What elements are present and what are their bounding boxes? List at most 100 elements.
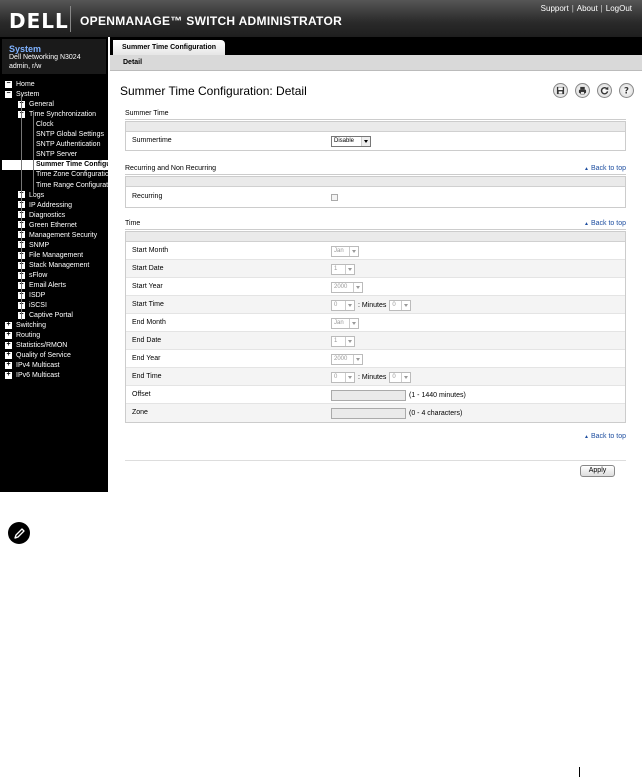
- start-year-label: Start Year: [132, 283, 163, 290]
- summertime-select[interactable]: Disable: [331, 135, 371, 147]
- recurring-checkbox[interactable]: [331, 193, 338, 201]
- table-header: [126, 122, 625, 132]
- expand-icon[interactable]: +: [5, 361, 12, 370]
- sidebar-item-system[interactable]: − System: [5, 90, 39, 100]
- sidebar-item-sntp-authentication[interactable]: SNTP Authentication: [36, 140, 100, 150]
- sidebar-item-quality-of-service[interactable]: + Quality of Service: [5, 351, 71, 361]
- header-bar: DELL OPENMANAGE™ SWITCH ADMINISTRATOR Su…: [0, 0, 642, 37]
- start-month-select[interactable]: Jan: [331, 245, 359, 257]
- end-month-select[interactable]: Jan: [331, 317, 359, 329]
- offset-input[interactable]: [331, 389, 406, 401]
- sidebar-item-time-zone-configuration[interactable]: Time Zone Configuration: [36, 170, 108, 180]
- expand-icon[interactable]: +: [5, 371, 12, 380]
- sidebar-item-routing[interactable]: + Routing: [5, 331, 40, 341]
- back-to-top-link[interactable]: ▲ Back to top: [584, 165, 626, 172]
- expand-icon[interactable]: +: [5, 341, 12, 349]
- sidebar-item-green-ethernet[interactable]: +Green Ethernet: [18, 220, 77, 231]
- support-link[interactable]: Support: [541, 4, 569, 13]
- sidebar-item-label: Email Alerts: [29, 282, 66, 289]
- sidebar-item-email-alerts[interactable]: +Email Alerts: [18, 281, 66, 291]
- sidebar-item-file-management[interactable]: +File Management: [18, 251, 83, 261]
- refresh-icon[interactable]: [597, 83, 612, 98]
- start-month-row: Start Month Jan: [126, 242, 625, 260]
- summer-time-section-label: Summer Time: [125, 110, 169, 117]
- collapse-icon[interactable]: −: [5, 80, 12, 88]
- sidebar-item-ipv4-multicast[interactable]: + IPv4 Multicast: [5, 361, 60, 371]
- end-year-row: End Year 2000: [126, 350, 625, 368]
- collapse-icon[interactable]: −: [5, 90, 12, 98]
- tab-bar: Summer Time Configuration: [110, 37, 642, 55]
- sidebar-item-general[interactable]: +General: [18, 100, 54, 110]
- start-month-label: Start Month: [132, 247, 169, 254]
- sidebar-item-home[interactable]: − Home: [5, 80, 35, 90]
- start-year-select[interactable]: 2000: [331, 281, 363, 293]
- sidebar-item-captive-portal[interactable]: +Captive Portal: [18, 311, 73, 321]
- start-time-row: Start Time 0 : Minutes 0: [126, 296, 625, 314]
- tab-summer-time-configuration[interactable]: Summer Time Configuration: [113, 40, 225, 55]
- end-date-select[interactable]: 1: [331, 335, 355, 347]
- help-icon[interactable]: ?: [619, 83, 634, 98]
- expand-icon[interactable]: +: [5, 321, 12, 329]
- sidebar-item-ip-addressing[interactable]: +IP Addressing: [18, 200, 73, 211]
- sidebar-item-label: ISDP: [29, 292, 46, 300]
- chevron-down-icon: [401, 300, 411, 310]
- header-links: Support | About | LogOut: [540, 4, 632, 13]
- sidebar-item-label: Management Security: [29, 231, 98, 239]
- time-section-label: Time: [125, 220, 141, 227]
- end-month-row: End Month Jan: [126, 314, 625, 332]
- sidebar-item-label: General: [29, 101, 54, 109]
- sidebar-item-label: iSCSI: [29, 302, 47, 310]
- tree-connector-line: [21, 95, 22, 320]
- subtab-detail[interactable]: Detail: [123, 59, 142, 66]
- system-info-box: System Dell Networking N3024 admin, r/w: [2, 39, 106, 74]
- sidebar-item-label: Routing: [16, 332, 41, 340]
- apply-button[interactable]: Apply: [580, 465, 615, 477]
- sidebar-item-switching[interactable]: + Switching: [5, 321, 46, 331]
- sidebar-item-clock[interactable]: Clock: [36, 120, 54, 130]
- zone-range-hint: (0 - 4 characters): [409, 409, 463, 417]
- section-divider: [125, 119, 626, 120]
- logout-link[interactable]: LogOut: [606, 4, 632, 13]
- sidebar-item-sntp-global-settings[interactable]: SNTP Global Settings: [36, 130, 104, 140]
- sidebar-item-summer-time-configuration[interactable]: Summer Time Configuration: [2, 160, 108, 171]
- back-to-top-link[interactable]: ▲ Back to top: [584, 220, 626, 227]
- back-to-top-link[interactable]: ▲ Back to top: [584, 433, 626, 440]
- sidebar-item-isdp[interactable]: +ISDP: [18, 291, 45, 301]
- expand-icon[interactable]: +: [5, 331, 12, 339]
- sidebar-item-label: System: [16, 91, 40, 99]
- sidebar-item-label: Time Range Configuration: [36, 181, 108, 189]
- start-minute-select[interactable]: 0: [389, 299, 412, 311]
- zone-input[interactable]: [331, 407, 406, 419]
- sidebar-item-statistics-rmon[interactable]: + Statistics/RMON: [5, 341, 67, 351]
- sidebar-item-sflow[interactable]: +sFlow: [18, 271, 47, 281]
- end-hour-select[interactable]: 0: [331, 371, 355, 383]
- sidebar-item-snmp[interactable]: +SNMP: [18, 240, 49, 251]
- section-divider: [125, 229, 626, 230]
- expand-icon[interactable]: +: [5, 351, 12, 359]
- sidebar-item-diagnostics[interactable]: +Diagnostics: [18, 210, 65, 221]
- end-minute-select[interactable]: 0: [389, 371, 412, 383]
- end-year-select[interactable]: 2000: [331, 353, 363, 365]
- sidebar-item-label: Clock: [36, 121, 54, 129]
- sidebar-item-time-synchronization[interactable]: −Time Synchronization: [18, 110, 96, 120]
- recurring-table: Recurring: [125, 176, 626, 208]
- sidebar-item-sntp-server[interactable]: SNTP Server: [36, 150, 77, 160]
- sidebar-item-management-security[interactable]: +Management Security: [18, 230, 98, 241]
- sidebar-item-label: Home: [16, 81, 35, 88]
- sidebar-item-stack-management[interactable]: +Stack Management: [18, 261, 89, 271]
- end-month-label: End Month: [132, 319, 166, 326]
- sidebar-item-time-range-configuration[interactable]: Time Range Configuration: [36, 181, 108, 191]
- start-hour-select[interactable]: 0: [331, 299, 355, 311]
- time-table: Start Month Jan Start Date 1 Start Year …: [125, 231, 626, 423]
- chevron-down-icon: [349, 246, 358, 256]
- save-icon[interactable]: [553, 83, 568, 98]
- chevron-down-icon: [345, 336, 354, 346]
- sidebar-item-ipv6-multicast[interactable]: + IPv6 Multicast: [5, 371, 60, 381]
- recurring-row: Recurring: [126, 187, 625, 207]
- start-date-select[interactable]: 1: [331, 263, 355, 275]
- sidebar-item-iscsi[interactable]: +iSCSI: [18, 301, 47, 311]
- about-link[interactable]: About: [577, 4, 598, 13]
- start-time-label: Start Time: [132, 301, 164, 308]
- sidebar-item-label: IP Addressing: [29, 201, 73, 209]
- print-icon[interactable]: [575, 83, 590, 98]
